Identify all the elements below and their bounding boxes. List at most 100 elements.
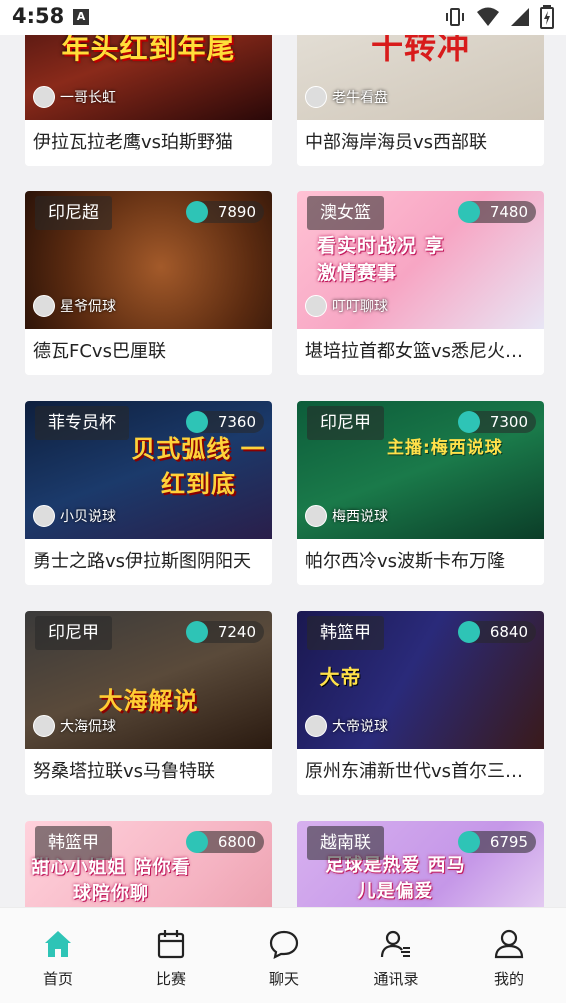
avatar [305,295,327,317]
thumbnail-art-text: 年头红到年尾 [61,35,236,65]
viewer-icon [457,831,480,853]
league-badge: 印尼甲 [307,406,384,440]
signal-icon [511,8,529,26]
viewer-count-text: 7480 [489,203,528,221]
viewer-count-text: 7300 [489,413,528,431]
tab-profile[interactable]: 我的 [464,928,554,989]
thumbnail-art-text: 大帝 [319,665,362,689]
wifi-icon [477,7,499,26]
card-thumbnail: 大帝 韩篮甲 6840 大帝说球 [297,611,544,749]
tab-label: 比赛 [155,970,186,988]
viewer-count: 7360 [185,411,264,433]
league-badge: 越南联 [307,826,384,860]
tab-label: 首页 [42,970,73,988]
card-thumbnail: 主播:梅西说球 印尼甲 7300 梅西说球 [297,401,544,539]
tab-home[interactable]: 首页 [13,928,103,989]
league-badge: 印尼超 [35,196,112,230]
viewer-count-text: 7890 [217,203,256,221]
card-thumbnail: 年头红到年尾 一哥长虹 [25,35,272,120]
viewer-count: 6795 [457,831,536,853]
match-title: 伊拉瓦拉老鹰vs珀斯野猫 [25,120,272,166]
thumbnail-art-text: 看实时战况 享激情赛事 [317,235,445,284]
match-card[interactable]: 贝式弧线 一红到底 菲专员杯 7360 小贝说球 勇士之路vs伊拉斯图阴阳天 [25,401,272,585]
battery-icon [540,5,554,29]
calendar-icon [157,930,185,959]
viewer-icon [457,411,480,433]
viewer-count: 7480 [457,201,536,223]
home-icon [45,931,71,957]
match-card[interactable]: 大帝 韩篮甲 6840 大帝说球 原州东浦新世代vs首尔三… [297,611,544,795]
match-card[interactable]: 主播:梅西说球 印尼甲 7300 梅西说球 帕尔西冷vs波斯卡布万隆 [297,401,544,585]
vibrate-icon [446,8,464,26]
viewer-icon [185,411,208,433]
tab-contacts[interactable]: 通讯录 [351,928,441,989]
thumbnail-art-text: 甜心小姐姐 陪你看球陪你聊 [31,857,191,904]
tab-label: 通讯录 [373,970,419,988]
viewer-count: 6800 [185,831,264,853]
viewer-count: 7890 [185,201,264,223]
viewer-count: 7240 [185,621,264,643]
viewer-count-text: 6795 [489,833,528,851]
match-card[interactable]: 十转冲 老牛看盘 中部海岸海员vs西部联 [297,35,544,166]
league-badge: 澳女篮 [307,196,384,230]
profile-icon [494,929,524,959]
viewer-count-text: 7360 [217,413,256,431]
thumbnail-art-text: 十转冲 [370,35,470,66]
viewer-icon [185,831,208,853]
anchor-name: 老牛看盘 [332,90,388,106]
match-title: 帕尔西冷vs波斯卡布万隆 [297,539,544,585]
viewer-count-text: 6800 [217,833,256,851]
anchor-info: 星爷侃球 [33,295,116,317]
match-card[interactable]: 看实时战况 享激情赛事 澳女篮 7480 叮叮聊球 堪培拉首都女篮vs悉尼火… [297,191,544,375]
anchor-info: 大帝说球 [305,715,388,737]
match-card[interactable]: 甜心小姐姐 陪你看球陪你聊 韩篮甲 6800 [25,821,272,907]
viewer-icon [457,201,480,223]
anchor-name: 大帝说球 [332,719,388,735]
thumbnail-art-text: 大海解说 [98,687,199,715]
anchor-name: 梅西说球 [332,509,388,525]
viewer-count: 6840 [457,621,536,643]
tab-chat[interactable]: 聊天 [239,928,329,989]
avatar [305,715,327,737]
league-badge: 菲专员杯 [35,406,129,440]
anchor-name: 叮叮聊球 [332,299,388,315]
anchor-info: 小贝说球 [33,505,116,527]
viewer-count: 7300 [457,411,536,433]
viewer-icon [457,621,480,643]
match-title: 努桑塔拉联vs马鲁特联 [25,749,272,795]
card-thumbnail: 大海解说 印尼甲 7240 大海侃球 [25,611,272,749]
avatar [305,86,327,108]
bottom-tab-bar: 首页 比赛 聊天 通讯录 我的 [0,907,566,1003]
tab-label: 聊天 [268,970,299,988]
status-bar: 4:58 A [0,0,566,35]
match-title: 勇士之路vs伊拉斯图阴阳天 [25,539,272,585]
thumbnail-art-text: 主播:梅西说球 [387,438,503,458]
match-card[interactable]: 年头红到年尾 一哥长虹 伊拉瓦拉老鹰vs珀斯野猫 [25,35,272,166]
anchor-name: 大海侃球 [60,719,116,735]
match-title: 堪培拉首都女篮vs悉尼火… [297,329,544,375]
avatar [33,86,55,108]
avatar [33,295,55,317]
anchor-name: 一哥长虹 [60,90,116,106]
anchor-info: 老牛看盘 [305,86,388,108]
match-list[interactable]: 年头红到年尾 一哥长虹 伊拉瓦拉老鹰vs珀斯野猫 十转冲 老牛看盘 中部海岸海员… [0,35,566,907]
contacts-icon [380,930,410,958]
anchor-info: 一哥长虹 [33,86,116,108]
league-badge: 韩篮甲 [35,826,112,860]
card-thumbnail: 足球是热爱 西马儿是偏爱 越南联 6795 [297,821,544,907]
match-card[interactable]: 足球是热爱 西马儿是偏爱 越南联 6795 [297,821,544,907]
chat-icon [269,930,299,959]
anchor-name: 星爷侃球 [60,299,116,315]
tab-matches[interactable]: 比赛 [126,928,216,989]
anchor-info: 梅西说球 [305,505,388,527]
anchor-info: 大海侃球 [33,715,116,737]
match-card[interactable]: 大海解说 印尼甲 7240 大海侃球 努桑塔拉联vs马鲁特联 [25,611,272,795]
avatar [305,505,327,527]
viewer-icon [185,621,208,643]
system-icons [444,5,554,29]
match-card[interactable]: 印尼超 7890 星爷侃球 德瓦FCvs巴厘联 [25,191,272,375]
match-title: 中部海岸海员vs西部联 [297,120,544,166]
thumbnail-art-text: 贝式弧线 一红到底 [131,435,266,498]
card-thumbnail: 甜心小姐姐 陪你看球陪你聊 韩篮甲 6800 [25,821,272,907]
viewer-icon [185,201,208,223]
